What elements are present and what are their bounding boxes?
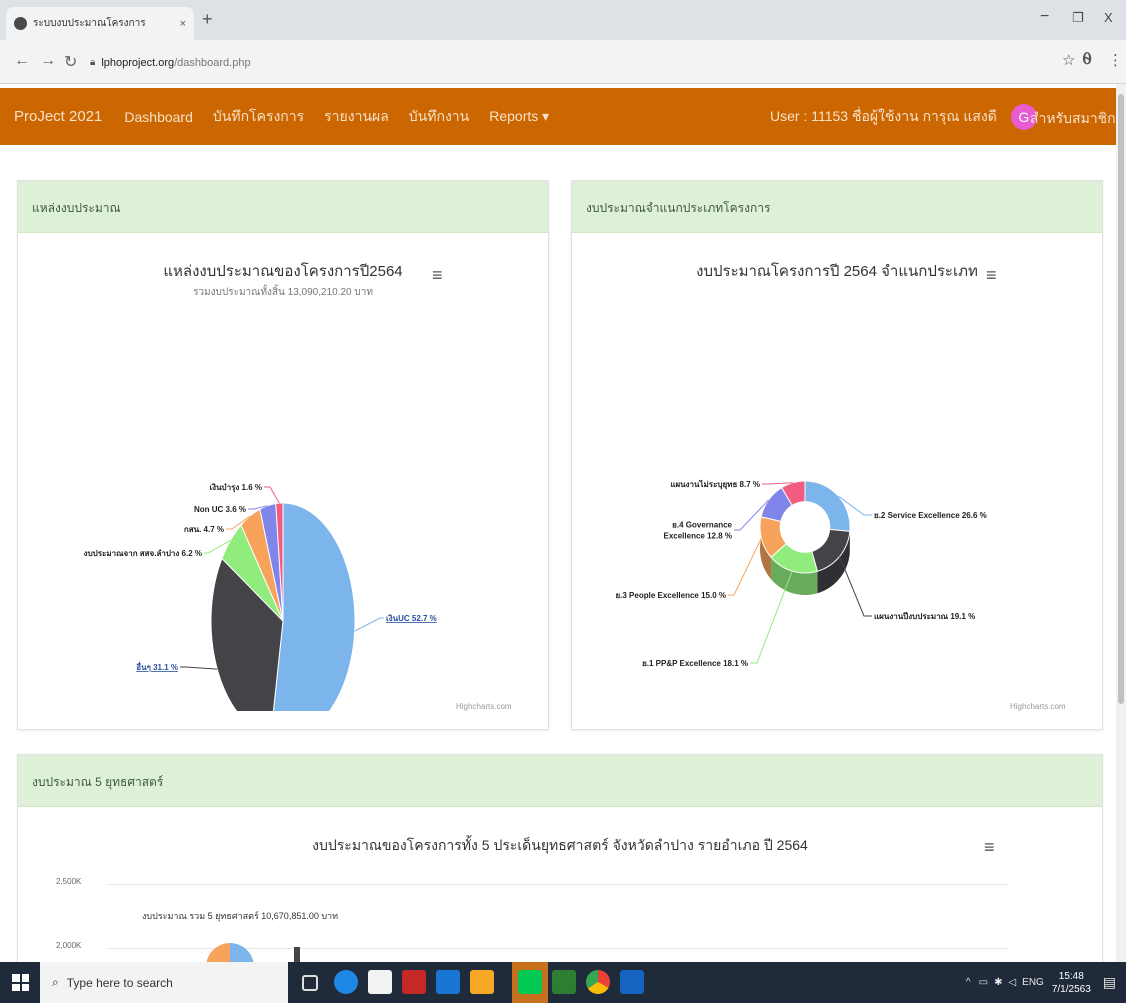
tab-title: ระบบงบประมาณโครงการ: [33, 18, 146, 29]
new-tab-button[interactable]: +: [202, 9, 213, 30]
window-close-button[interactable]: X: [1104, 10, 1113, 25]
excel-icon[interactable]: [552, 970, 576, 994]
member-menu-dropdown[interactable]: สำหรับสมาชิก ▾: [1030, 108, 1126, 130]
notification-icon[interactable]: ▤: [1103, 974, 1116, 991]
line-app-icon[interactable]: [518, 970, 542, 994]
tray-chevron-icon[interactable]: ^: [966, 977, 971, 988]
grid-line: [108, 884, 1008, 885]
budget-source-pie-chart: เงินUC 52.7 % อื่นๆ 31.1 % งบประมาณจาก สสจ…: [84, 483, 437, 711]
clock-date: 7/1/2563: [1051, 983, 1091, 995]
chart-menu-icon[interactable]: ≡: [984, 837, 995, 858]
y-tick-label: 2,000K: [56, 941, 82, 950]
panel-budget-source: แหล่งงบประมาณ แหล่งงบประมาณของโครงการปี2…: [17, 180, 549, 730]
windows-start-icon[interactable]: [12, 974, 29, 991]
chart-menu-icon[interactable]: ≡: [986, 265, 997, 286]
system-tray: ^ ▭ ✱ ◁ ENG 15:48 7/1/2563 ▤: [966, 962, 1116, 1003]
clock-time: 15:48: [1058, 970, 1084, 982]
taskbar-search-field[interactable]: ⌕ Type here to search: [40, 962, 288, 1003]
panel-five-strategies: งบประมาณ 5 ยุทธศาสตร์ งบประมาณของโครงการ…: [17, 754, 1103, 991]
url-field[interactable]: 🔒︎ lphoproject.org /dashboard.php: [90, 50, 1050, 75]
browser-menu-icon[interactable]: ⋮: [1108, 51, 1123, 69]
data-label: งบประมาณจาก สสจ.ลำปาง 6.2 %: [84, 549, 202, 558]
chart-title: งบประมาณของโครงการทั้ง 5 ประเด็นยุทธศาสต…: [312, 837, 808, 853]
data-label: Non UC 3.6 %: [194, 505, 246, 514]
lock-icon: 🔒︎: [90, 57, 96, 68]
nav-link-record-work[interactable]: บันทึกงาน: [409, 106, 469, 128]
chart-credits[interactable]: Highcharts.com: [1010, 702, 1066, 711]
panel-budget-category: งบประมาณจำแนกประเภทโครงการ งบประมาณโครงก…: [571, 180, 1103, 730]
app-icon[interactable]: [402, 970, 426, 994]
user-label: User : 11153 ชื่อผู้ใช้งาน การุณ แสงดี: [770, 107, 997, 124]
nav-link-record-project[interactable]: บันทึกโครงการ: [213, 106, 304, 128]
word-icon[interactable]: [620, 970, 644, 994]
chart-title: งบประมาณโครงการปี 2564 จำแนกประเภท: [696, 263, 978, 280]
profile-icon[interactable]: ⍬: [1082, 49, 1092, 69]
donut-hole: [780, 501, 830, 553]
data-label-connector: [264, 486, 280, 504]
user-info: User : 11153 ชื่อผู้ใช้งาน การุณ แสงดี G: [770, 88, 1037, 145]
y-tick-label: 2,500K: [56, 877, 82, 886]
url-path: /dashboard.php: [174, 56, 251, 69]
forward-arrow-icon[interactable]: →: [40, 52, 56, 70]
chrome-icon[interactable]: [586, 970, 610, 994]
reload-icon[interactable]: ↻: [64, 52, 77, 72]
page-scrollbar[interactable]: [1116, 84, 1126, 962]
bookmark-star-icon[interactable]: ☆: [1062, 51, 1075, 69]
task-view-icon[interactable]: [302, 975, 318, 991]
data-label: แผนงานไม่ระบุยุทธ 8.7 %: [670, 479, 760, 490]
window-maximize-button[interactable]: ❐: [1072, 10, 1084, 26]
url-host: lphoproject.org: [101, 56, 175, 69]
search-icon: ⌕: [52, 975, 59, 989]
file-explorer-icon[interactable]: [470, 970, 494, 994]
back-arrow-icon[interactable]: ←: [14, 52, 30, 70]
chart-menu-icon[interactable]: ≡: [432, 265, 443, 286]
browser-tab[interactable]: ระบบงบประมาณโครงการ ×: [6, 7, 194, 40]
data-label: เงินUC 52.7 %: [386, 614, 437, 623]
scrollbar-thumb[interactable]: [1118, 94, 1124, 704]
site-navbar: ProJect 2021 Dashboard บันทึกโครงการ ราย…: [0, 88, 1126, 145]
data-label-connector: [180, 666, 218, 670]
data-label: เงินบำรุง 1.6 %: [209, 483, 262, 493]
language-indicator[interactable]: ENG: [1022, 977, 1044, 988]
volume-icon[interactable]: ◁: [1008, 977, 1016, 988]
budget-category-donut-chart: ย.2 Service Excellence 26.6 % แผนงานปีงบป…: [615, 479, 987, 668]
mail-icon[interactable]: [436, 970, 460, 994]
clock[interactable]: 15:48 7/1/2563: [1052, 970, 1091, 996]
chart-subtitle: งบประมาณ รวม 5 ยุทธศาสตร์ 10,670,851.00 …: [142, 911, 339, 921]
window-minimize-button[interactable]: −: [1040, 8, 1049, 26]
tab-close-icon[interactable]: ×: [180, 18, 186, 30]
data-label: ย.3 People Excellence 15.0 %: [615, 591, 726, 600]
browser-tab-bar: ระบบงบประมาณโครงการ × + − ❐ X: [0, 0, 1126, 40]
nav-link-report-results[interactable]: รายงานผล: [324, 106, 389, 128]
data-label-connector: [728, 537, 762, 596]
data-label: ย.2 Service Excellence 26.6 %: [874, 511, 987, 520]
nav-link-dashboard[interactable]: Dashboard: [124, 109, 193, 125]
chart-credits[interactable]: Highcharts.com: [456, 702, 512, 711]
site-favicon-icon: [14, 17, 27, 30]
network-icon[interactable]: ▭: [979, 977, 988, 988]
bluetooth-icon[interactable]: ✱: [994, 977, 1002, 988]
screen: ระบบงบประมาณโครงการ × + − ❐ X ← → ↻ 🔒︎ l…: [0, 0, 1126, 1003]
edge-browser-icon[interactable]: [334, 970, 358, 994]
data-label: ย.1 PP&P Excellence 18.1 %: [642, 659, 748, 668]
nav-link-reports-dropdown[interactable]: Reports ▾: [489, 108, 549, 125]
data-label: กสน. 4.7 %: [184, 525, 224, 534]
chart-title: แหล่งงบประมาณของโครงการปี2564: [163, 263, 403, 280]
search-placeholder: Type here to search: [66, 975, 173, 990]
panel-header: งบประมาณ 5 ยุทธศาสตร์: [18, 755, 1102, 807]
data-label: Excellence 12.8 %: [664, 532, 733, 541]
data-label: อื่นๆ 31.1 %: [136, 661, 178, 672]
windows-taskbar: ⌕ Type here to search ^ ▭ ✱ ◁ ENG 15:48 …: [0, 962, 1126, 1003]
data-label-connector: [354, 617, 384, 632]
navbar-brand[interactable]: ProJect 2021: [14, 108, 102, 125]
panel-header: แหล่งงบประมาณ: [18, 181, 548, 233]
store-icon[interactable]: [368, 970, 392, 994]
browser-address-bar: ← → ↻ 🔒︎ lphoproject.org /dashboard.php …: [0, 40, 1126, 84]
panel-header: งบประมาณจำแนกประเภทโครงการ: [572, 181, 1102, 233]
data-label: ย.4 Governance: [672, 521, 732, 530]
data-label: แผนงานปีงบประมาณ 19.1 %: [874, 611, 975, 621]
